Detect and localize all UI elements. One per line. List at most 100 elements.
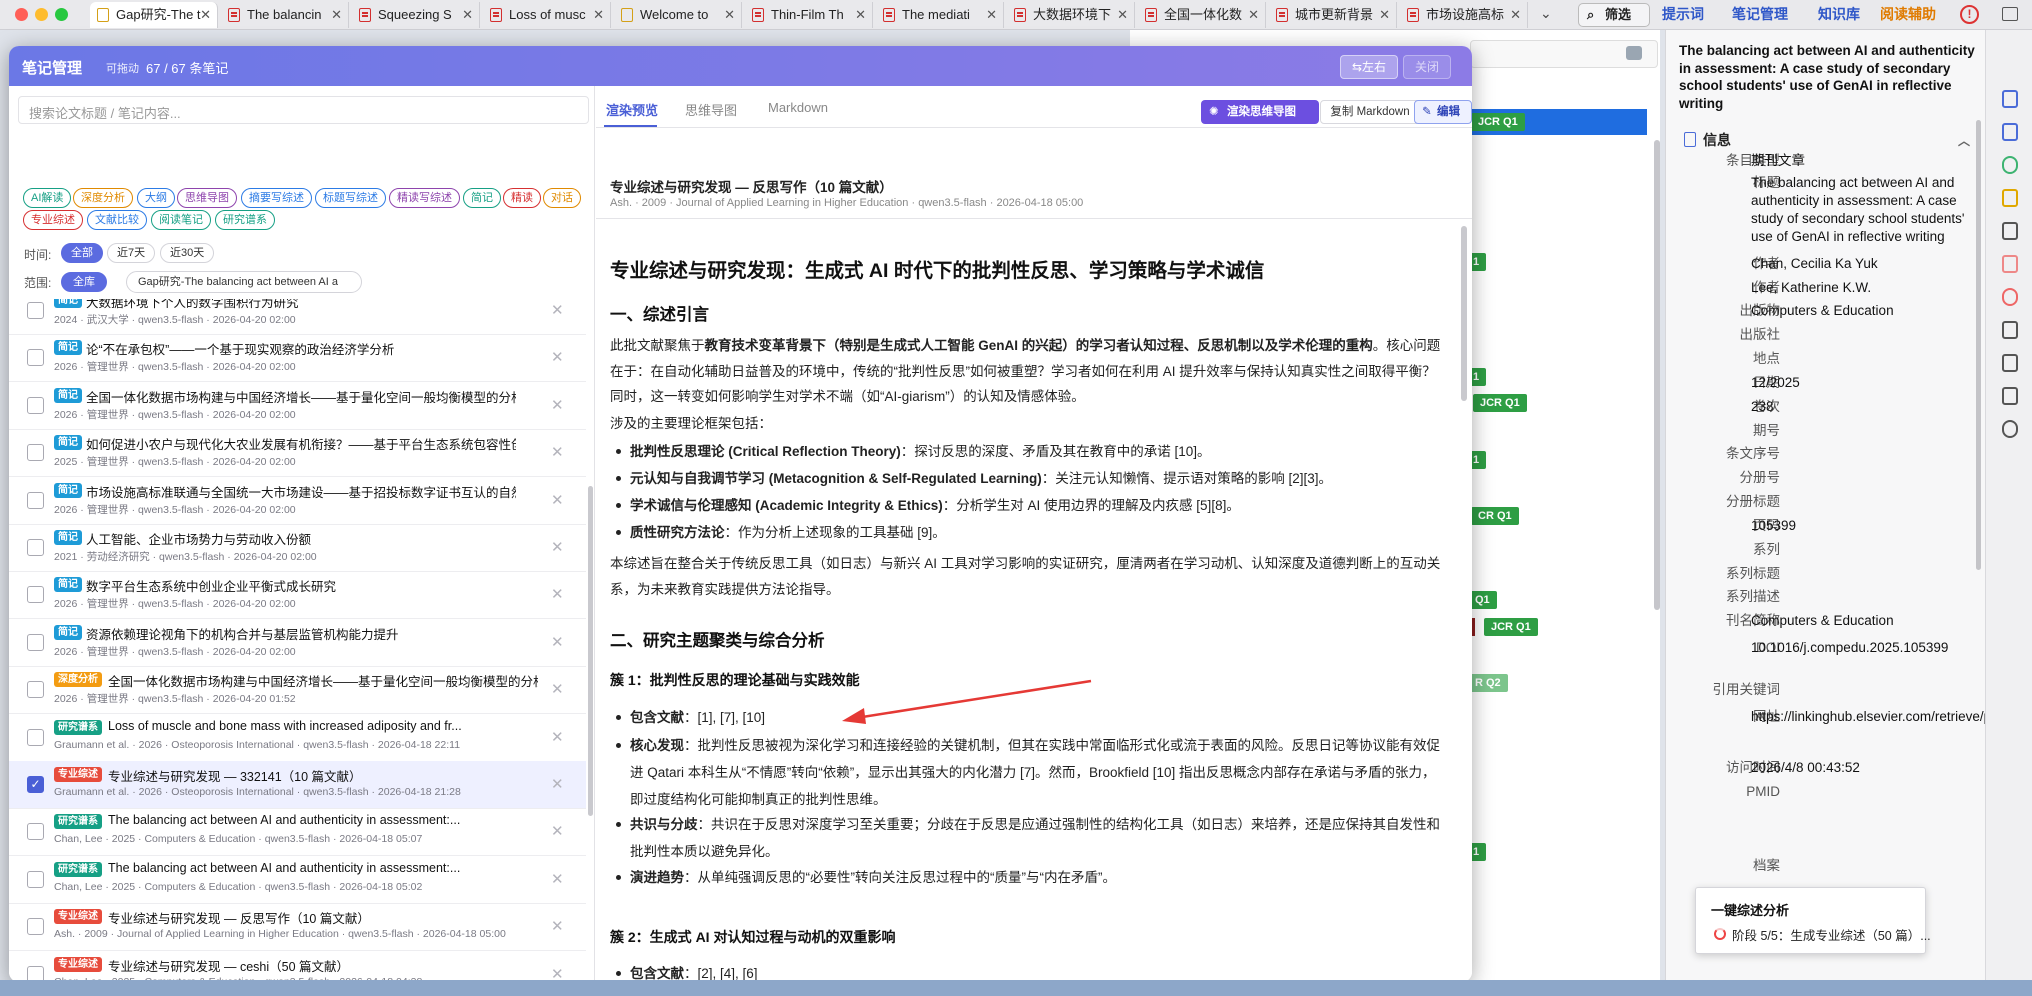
note-checkbox[interactable] (27, 728, 44, 746)
type-tag[interactable]: 深度分析 (73, 188, 133, 208)
note-checkbox[interactable] (27, 681, 44, 699)
close-icon[interactable]: ✕ (462, 2, 473, 28)
note-list-item[interactable]: 专业综述 专业综述与研究发现 — 反思写作（10 篇文献） Ash. · 2009 … (9, 903, 586, 952)
close-icon[interactable]: ✕ (593, 2, 604, 28)
tab-rendered-preview[interactable]: 渲染预览 (606, 100, 658, 119)
filter-button[interactable]: ⌕ 筛选 (1578, 3, 1650, 27)
info-field-value[interactable]: 2026/4/8 00:43:52 (1751, 759, 1971, 777)
time-filter-30days[interactable]: 近30天 (160, 243, 215, 263)
tab-item[interactable]: 全国一体化数 ✕ (1138, 2, 1266, 28)
type-tag[interactable]: 大纲 (137, 188, 175, 208)
type-tag[interactable]: 简记 (463, 188, 501, 208)
tab-item[interactable]: Thin-Film Th ✕ (745, 2, 873, 28)
window-close-button[interactable] (15, 8, 28, 21)
database-icon[interactable] (1626, 46, 1642, 60)
time-filter-7days[interactable]: 近7天 (107, 243, 156, 263)
info-field-value[interactable]: 105399 (1751, 517, 1971, 535)
note-list-item[interactable]: 研究谱系 Loss of muscle and bone mass with in… (9, 714, 586, 762)
reading-assist-link[interactable]: 阅读辅助 (1880, 3, 1936, 26)
note-list-item[interactable]: 简记 市场设施高标准联通与全国统一大市场建设——基于招投标数字证书互认的自然实验 2… (9, 477, 586, 525)
layout-toggle-button[interactable]: ⇆左右 (1340, 55, 1398, 79)
document-icon[interactable] (2002, 90, 2018, 108)
tab-item[interactable]: Welcome to ✕ (614, 2, 742, 28)
note-checkbox[interactable] (27, 444, 44, 462)
close-icon[interactable]: ✕ (200, 2, 211, 28)
delete-icon[interactable]: ✕ (551, 538, 564, 556)
note-checkbox[interactable] (27, 586, 44, 604)
delete-icon[interactable]: ✕ (551, 301, 564, 319)
window-minimize-button[interactable] (35, 8, 48, 21)
note-checkbox[interactable] (27, 918, 44, 936)
tab-item[interactable]: Squeezing S ✕ (352, 2, 480, 28)
tab-markdown[interactable]: Markdown (768, 100, 828, 115)
locate-icon[interactable] (2002, 420, 2018, 438)
delete-icon[interactable]: ✕ (551, 443, 564, 461)
delete-icon[interactable]: ✕ (551, 633, 564, 651)
copy-markdown-button[interactable]: 复制 Markdown (1320, 100, 1420, 124)
note-list-item[interactable]: 简记 大数据环境下个人的数字围积行为研究 2024 · 武汉大学 · qwen3.5… (9, 299, 586, 335)
note-list-item[interactable]: 专业综述 专业综述与研究发现 — ceshi（50 篇文献） Chan, Lee ·… (9, 951, 586, 982)
related-icon[interactable] (2002, 288, 2018, 306)
delete-icon[interactable]: ✕ (551, 491, 564, 509)
search-input[interactable]: 搜索论文标题 / 笔记内容... (18, 96, 589, 124)
prompt-link[interactable]: 提示词 (1662, 3, 1704, 26)
notes-icon[interactable] (2002, 189, 2018, 207)
type-tag[interactable]: 研究谱系 (215, 210, 275, 230)
tab-item[interactable]: 大数据环境下 ✕ (1007, 2, 1135, 28)
delete-icon[interactable]: ✕ (551, 775, 564, 793)
close-icon[interactable]: ✕ (724, 2, 735, 28)
note-list-item[interactable]: 简记 论“不在承包权”——一个基于现实观察的政治经济学分析 2026 · 管理世界 … (9, 334, 586, 383)
info-field-value[interactable]: 12/2025 (1751, 374, 1971, 392)
type-tag[interactable]: 摘要写综述 (241, 188, 312, 208)
note-list-item[interactable]: 简记 资源依赖理论视角下的机构合并与基层监管机构能力提升 2026 · 管理世界 ·… (9, 619, 586, 667)
scope-paper-select[interactable]: Gap研究-The balancing act between AI a (126, 271, 362, 293)
knowledge-base-link[interactable]: 知识库 (1818, 3, 1860, 26)
type-tag[interactable]: 对话 (543, 188, 581, 208)
tab-item[interactable]: 市场设施高标 ✕ (1400, 2, 1528, 28)
sidebar-toggle-icon[interactable] (2002, 7, 2018, 21)
info-field-value[interactable]: Lee, Katherine K.W. (1751, 279, 1971, 297)
page-icon[interactable] (2002, 387, 2018, 405)
close-icon[interactable]: ✕ (1510, 2, 1521, 28)
close-icon[interactable]: ✕ (855, 2, 866, 28)
abstract-icon[interactable] (2002, 123, 2018, 141)
note-icon[interactable] (2002, 321, 2018, 339)
close-icon[interactable]: ✕ (331, 2, 342, 28)
close-icon[interactable]: ✕ (1379, 2, 1390, 28)
note-list-item[interactable]: 深度分析 全国一体化数据市场构建与中国经济增长——基于量化空间一般均衡模型的分析 2… (9, 666, 586, 715)
note-list-item[interactable]: 简记 人工智能、企业市场势力与劳动收入份额 2021 · 劳动经济研究 · qwen… (9, 524, 586, 572)
note-list-item[interactable]: ✓ 专业综述 专业综述与研究发现 — 332141（10 篇文献） Graumann … (9, 761, 586, 809)
library-icon[interactable] (2002, 222, 2018, 240)
note-checkbox[interactable]: ✓ (27, 776, 44, 793)
delete-icon[interactable]: ✕ (551, 822, 564, 840)
note-checkbox[interactable] (27, 870, 44, 888)
type-tag[interactable]: 阅读笔记 (151, 210, 211, 230)
type-tag[interactable]: 专业综述 (23, 210, 83, 230)
note-checkbox[interactable] (27, 823, 44, 841)
type-tag[interactable]: 标题写综述 (315, 188, 386, 208)
info-field-value[interactable]: Chan, Cecilia Ka Yuk (1751, 255, 1971, 273)
delete-icon[interactable]: ✕ (551, 870, 564, 888)
info-field-value[interactable]: Computers & Education (1751, 612, 1971, 630)
note-list-item[interactable]: 研究谱系 The balancing act between AI and aut… (9, 808, 586, 857)
dialog-header[interactable]: 笔记管理 可拖动 67 / 67 条笔记 ⇆左右 关闭 (9, 46, 1472, 86)
note-list-scrollbar[interactable] (588, 486, 593, 816)
window-zoom-button[interactable] (55, 8, 68, 21)
type-tag[interactable]: 精读写综述 (389, 188, 460, 208)
tab-item[interactable]: The balancin ✕ (221, 2, 349, 28)
note-checkbox[interactable] (27, 633, 44, 651)
close-icon[interactable]: ✕ (1117, 2, 1128, 28)
delete-icon[interactable]: ✕ (551, 728, 564, 746)
note-checkbox[interactable] (27, 491, 44, 509)
close-icon[interactable]: ✕ (1248, 2, 1259, 28)
type-tag[interactable]: AI解读 (23, 188, 72, 208)
type-tag[interactable]: 精读 (503, 188, 541, 208)
note-checkbox[interactable] (27, 396, 44, 414)
note-checkbox[interactable] (27, 539, 44, 556)
delete-icon[interactable]: ✕ (551, 396, 564, 414)
info-field-value[interactable]: 期刊文章 (1751, 152, 1971, 170)
note-checkbox[interactable] (27, 302, 44, 319)
info-field-value[interactable]: The balancing act between AI and authent… (1751, 174, 1971, 246)
info-field-value[interactable]: Computers & Education (1751, 302, 1971, 320)
info-scrollbar[interactable] (1976, 120, 1981, 570)
